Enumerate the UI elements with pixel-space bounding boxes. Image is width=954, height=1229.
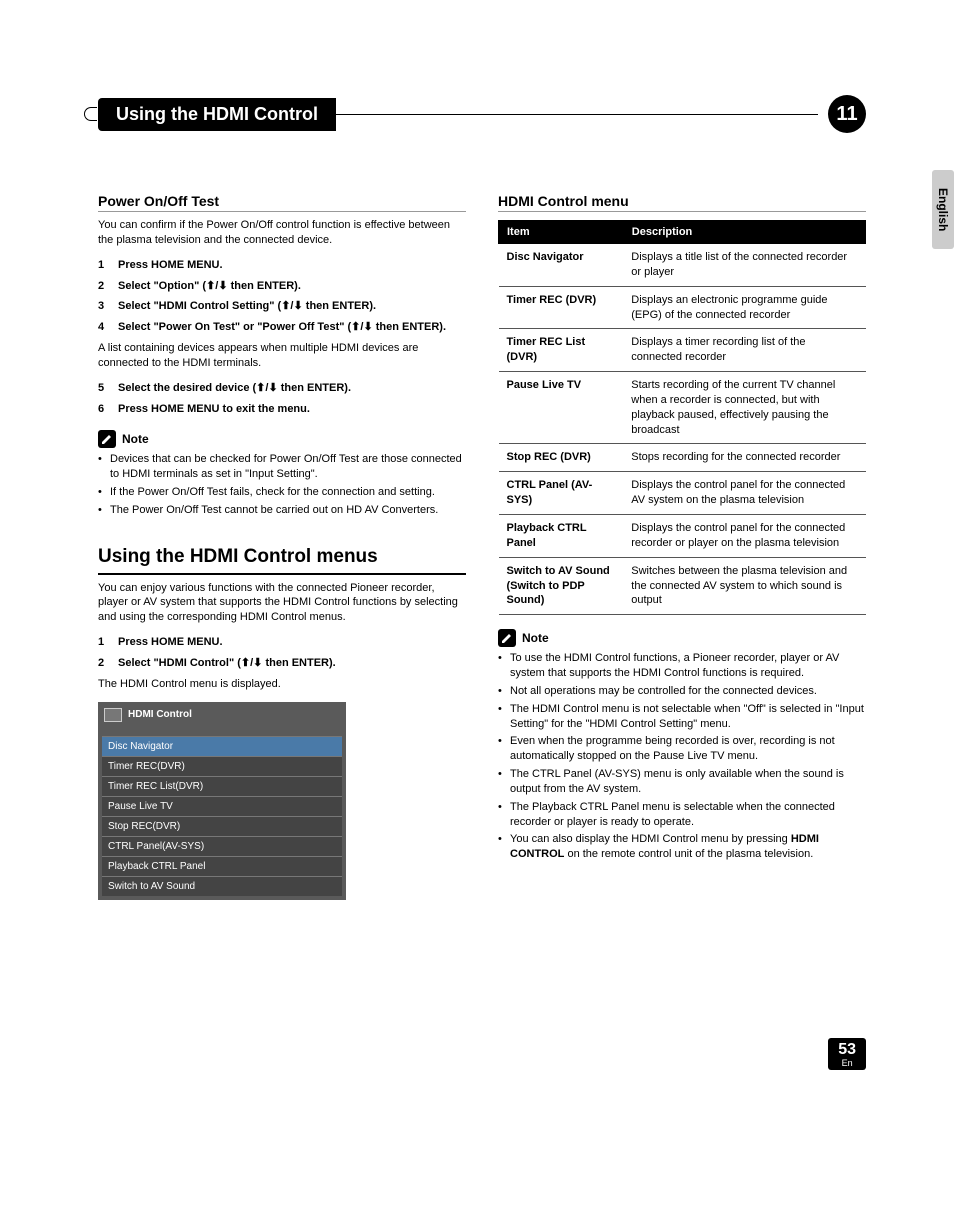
- hdmi-control-menu-table: Item Description Disc NavigatorDisplays …: [498, 220, 866, 615]
- note-bullet: The CTRL Panel (AV-SYS) menu is only ava…: [498, 767, 866, 797]
- section-heading: Power On/Off Test: [98, 193, 466, 212]
- table-row: Pause Live TVStarts recording of the cur…: [499, 372, 866, 444]
- menu-item: Timer REC(DVR): [102, 756, 342, 776]
- hdmi-control-menu-screenshot: HDMI Control Disc Navigator Timer REC(DV…: [98, 702, 346, 900]
- pencil-note-icon: [98, 430, 116, 448]
- left-column: Power On/Off Test You can confirm if the…: [98, 193, 466, 900]
- pencil-note-icon: [498, 629, 516, 647]
- table-header-desc: Description: [623, 221, 865, 244]
- paragraph: A list containing devices appears when m…: [98, 341, 466, 371]
- menu-item: Playback CTRL Panel: [102, 856, 342, 876]
- menu-item: Disc Navigator: [102, 736, 342, 756]
- note-bullet: The Playback CTRL Panel menu is selectab…: [498, 800, 866, 830]
- menu-item: Switch to AV Sound: [102, 876, 342, 896]
- table-row: Switch to AV Sound (Switch to PDP Sound)…: [499, 557, 866, 615]
- table-row: Timer REC (DVR)Displays an electronic pr…: [499, 286, 866, 329]
- table-header-item: Item: [499, 221, 624, 244]
- menu-item: Pause Live TV: [102, 796, 342, 816]
- step-item: 2 Select "Option" (⬆/⬇ then ENTER).: [98, 279, 466, 294]
- note-bullet: You can also display the HDMI Control me…: [498, 832, 866, 862]
- right-column: HDMI Control menu Item Description Disc …: [498, 193, 866, 900]
- note-bullet: Devices that can be checked for Power On…: [98, 452, 466, 482]
- note-bullet: The Power On/Off Test cannot be carried …: [98, 503, 466, 518]
- tv-icon: [104, 708, 122, 722]
- menu-item: Timer REC List(DVR): [102, 776, 342, 796]
- step-item: 5 Select the desired device (⬆/⬇ then EN…: [98, 381, 466, 396]
- page-number-badge: 53 En: [828, 1038, 866, 1070]
- note-label: Note: [522, 631, 549, 645]
- note-bullet: If the Power On/Off Test fails, check fo…: [98, 485, 466, 500]
- chapter-title: Using the HDMI Control: [98, 98, 336, 131]
- table-row: Disc NavigatorDisplays a title list of t…: [499, 244, 866, 287]
- language-tab: English: [932, 170, 954, 249]
- table-row: Timer REC List (DVR)Displays a timer rec…: [499, 329, 866, 372]
- chapter-number-badge: 11: [828, 95, 866, 133]
- table-row: CTRL Panel (AV-SYS)Displays the control …: [499, 472, 866, 515]
- menu-item: CTRL Panel(AV-SYS): [102, 836, 342, 856]
- step-item: 1 Press HOME MENU.: [98, 258, 466, 273]
- step-item: 6 Press HOME MENU to exit the menu.: [98, 402, 466, 417]
- note-bullet: Not all operations may be controlled for…: [498, 684, 866, 699]
- step-item: 1 Press HOME MENU.: [98, 635, 466, 650]
- paragraph: You can confirm if the Power On/Off cont…: [98, 218, 466, 248]
- menu-title: HDMI Control: [128, 709, 192, 720]
- chapter-header: Using the HDMI Control 11: [98, 95, 866, 133]
- step-item: 2 Select "HDMI Control" (⬆/⬇ then ENTER)…: [98, 656, 466, 671]
- paragraph: You can enjoy various functions with the…: [98, 581, 466, 626]
- table-row: Stop REC (DVR)Stops recording for the co…: [499, 444, 866, 472]
- section-heading-large: Using the HDMI Control menus: [98, 546, 466, 575]
- note-label: Note: [122, 432, 149, 446]
- paragraph: The HDMI Control menu is displayed.: [98, 677, 466, 692]
- note-bullet: The HDMI Control menu is not selectable …: [498, 702, 866, 732]
- step-item: 4 Select "Power On Test" or "Power Off T…: [98, 320, 466, 335]
- menu-item: Stop REC(DVR): [102, 816, 342, 836]
- note-bullet: To use the HDMI Control functions, a Pio…: [498, 651, 866, 681]
- table-row: Playback CTRL PanelDisplays the control …: [499, 514, 866, 557]
- step-item: 3 Select "HDMI Control Setting" (⬆/⬇ the…: [98, 299, 466, 314]
- section-heading: HDMI Control menu: [498, 193, 866, 212]
- note-bullet: Even when the programme being recorded i…: [498, 734, 866, 764]
